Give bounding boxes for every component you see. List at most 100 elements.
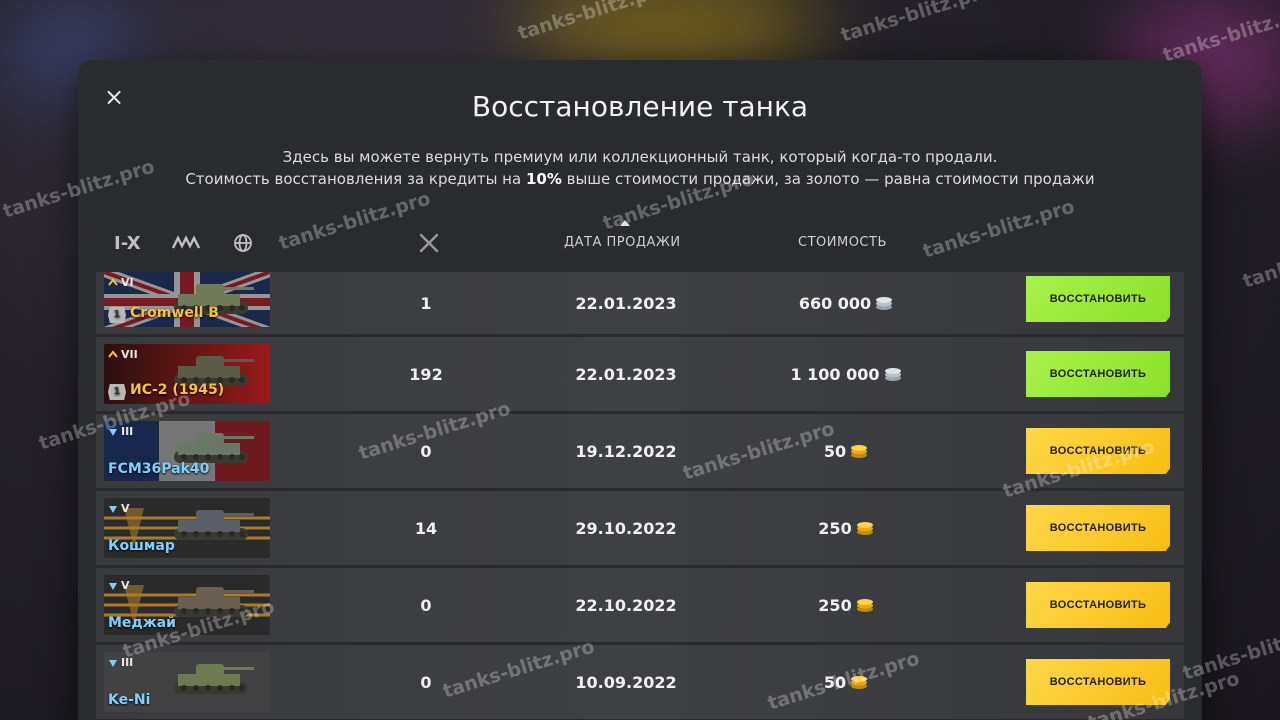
restore-cost: 1 100 000 — [746, 337, 946, 411]
tank-tier: V — [108, 579, 130, 592]
restore-button[interactable]: ВОССТАНОВИТЬ — [1026, 659, 1170, 705]
sale-date: 29.10.2022 — [575, 518, 677, 538]
rank-icon — [109, 659, 117, 667]
tank-name: Ke-Ni — [108, 692, 150, 708]
sort-arrow-icon — [620, 220, 630, 226]
table-header: I-X ДАТА ПРОДАЖИ СТОИМОСТЬ — [78, 220, 1202, 258]
credits-icon — [884, 368, 901, 381]
tank-card: V Кошмар — [104, 498, 270, 558]
restore-button[interactable]: ВОССТАНОВИТЬ — [1026, 505, 1170, 551]
description-text: выше стоимости продажи, за золото — равн… — [561, 170, 1095, 188]
restore-button[interactable]: ВОССТАНОВИТЬ — [1026, 582, 1170, 628]
tank-list: VI 1 Cromwell B 1 22.01.2023 660 000 ВОСС… — [96, 272, 1184, 720]
battles-count: 0 — [420, 672, 432, 692]
premium-badge: 1 — [108, 307, 126, 323]
tier-label: III — [121, 425, 134, 438]
restore-cost: 50 — [746, 645, 946, 719]
description-line-1: Здесь вы можете вернуть премиум или колл… — [282, 148, 998, 166]
cost-value: 250 — [818, 595, 852, 615]
tier-filter-label: I-X — [114, 232, 141, 254]
rank-icon — [108, 277, 118, 286]
rank-icon — [109, 505, 117, 513]
credits-icon — [876, 297, 893, 310]
tier-label: V — [121, 579, 130, 592]
tank-image-icon — [174, 587, 254, 617]
tier-label: VI — [121, 276, 134, 289]
sale-date: 22.10.2022 — [575, 595, 677, 615]
cost-sort-button[interactable]: СТОИМОСТЬ — [798, 228, 887, 258]
cost-value: 50 — [823, 672, 847, 692]
restore-cost: 250 — [746, 491, 946, 565]
description-line-2: Стоимость восстановления за кредиты на 1… — [78, 168, 1202, 190]
restore-button[interactable]: ВОССТАНОВИТЬ — [1026, 428, 1170, 474]
restore-cost: 50 — [746, 414, 946, 488]
restore-cost: 660 000 — [746, 272, 946, 334]
crossed-swords-icon — [419, 233, 439, 253]
tank-name-label: Меджай — [108, 615, 176, 631]
sale-date: 22.01.2023 — [575, 364, 677, 384]
tier-label: V — [121, 502, 130, 515]
sale-date: 19.12.2022 — [575, 441, 677, 461]
sale-date-header: ДАТА ПРОДАЖИ — [564, 235, 681, 250]
globe-icon — [234, 234, 252, 252]
tank-image-icon — [174, 510, 254, 540]
battles-sort-button[interactable] — [418, 228, 440, 258]
rank-icon — [109, 428, 117, 436]
table-row: III FCM36Pak40 0 19.12.2022 50 ВОССТАНОВ… — [96, 414, 1184, 488]
tank-name: 1 Cromwell B — [108, 305, 219, 323]
tank-name-label: FCM36Pak40 — [108, 461, 210, 477]
tank-tier: VI — [108, 276, 134, 289]
restore-button[interactable]: ВОССТАНОВИТЬ — [1026, 351, 1170, 397]
tank-name: Меджай — [108, 615, 176, 631]
tank-name: FCM36Pak40 — [108, 461, 209, 477]
table-row: V Меджай 0 22.10.2022 250 ВОССТАНОВИТЬ — [96, 568, 1184, 642]
table-row: VII 1 ИС-2 (1945) 192 22.01.2023 1 100 00… — [96, 337, 1184, 411]
tank-name-label: Ke-Ni — [108, 692, 151, 708]
restore-cost: 250 — [746, 568, 946, 642]
watermark-text: tanks-blitz.pro — [1240, 225, 1280, 293]
gold-icon — [856, 522, 873, 535]
tank-name: Кошмар — [108, 538, 175, 554]
battles-count: 0 — [420, 441, 432, 461]
cost-value: 250 — [818, 518, 852, 538]
tank-card: III FCM36Pak40 — [104, 421, 270, 481]
tank-name: 1 ИС-2 (1945) — [108, 382, 224, 400]
tank-card: VII 1 ИС-2 (1945) — [104, 344, 270, 404]
tank-tier: VII — [108, 348, 138, 361]
gold-icon — [856, 599, 873, 612]
battles-count: 192 — [409, 364, 443, 384]
tier-label: III — [121, 656, 134, 669]
tank-name-label: Cromwell B — [130, 305, 219, 321]
description-percent: 10% — [525, 170, 562, 188]
cost-header: СТОИМОСТЬ — [798, 235, 887, 250]
tank-card: V Меджай — [104, 575, 270, 635]
tier-label: VII — [121, 348, 138, 361]
battles-count: 0 — [420, 595, 432, 615]
battles-count: 14 — [414, 518, 438, 538]
tier-filter-button[interactable]: I-X — [114, 228, 141, 258]
nation-filter-button[interactable] — [171, 228, 201, 258]
tank-card: VI 1 Cromwell B — [104, 272, 270, 327]
sale-date-sort-button[interactable]: ДАТА ПРОДАЖИ — [564, 220, 681, 258]
watermark-text: tanks-blitz.pro — [838, 0, 996, 47]
gold-icon — [851, 445, 868, 458]
restore-tank-dialog: × Восстановление танка Здесь вы можете в… — [78, 60, 1202, 720]
table-row: V Кошмар 14 29.10.2022 250 ВОССТАНОВИТЬ — [96, 491, 1184, 565]
cost-value: 1 100 000 — [790, 364, 880, 384]
dialog-title: Восстановление танка — [471, 90, 809, 123]
sale-date: 22.01.2023 — [575, 293, 677, 313]
table-row: III Ke-Ni 0 10.09.2022 50 ВОССТАНОВИТЬ — [96, 645, 1184, 719]
rank-icon — [108, 349, 118, 358]
table-row: VI 1 Cromwell B 1 22.01.2023 660 000 ВОСС… — [96, 272, 1184, 334]
rank-icon — [109, 582, 117, 590]
globe-filter-button[interactable] — [233, 228, 253, 258]
cost-value: 660 000 — [798, 293, 872, 313]
gold-icon — [851, 676, 868, 689]
tank-image-icon — [174, 664, 254, 694]
nation-filter-icon — [171, 235, 201, 249]
tank-tier: III — [108, 656, 133, 669]
restore-button[interactable]: ВОССТАНОВИТЬ — [1026, 276, 1170, 322]
tank-name-label: ИС-2 (1945) — [130, 382, 225, 398]
sale-date: 10.09.2022 — [575, 672, 677, 692]
battles-count: 1 — [420, 293, 432, 313]
